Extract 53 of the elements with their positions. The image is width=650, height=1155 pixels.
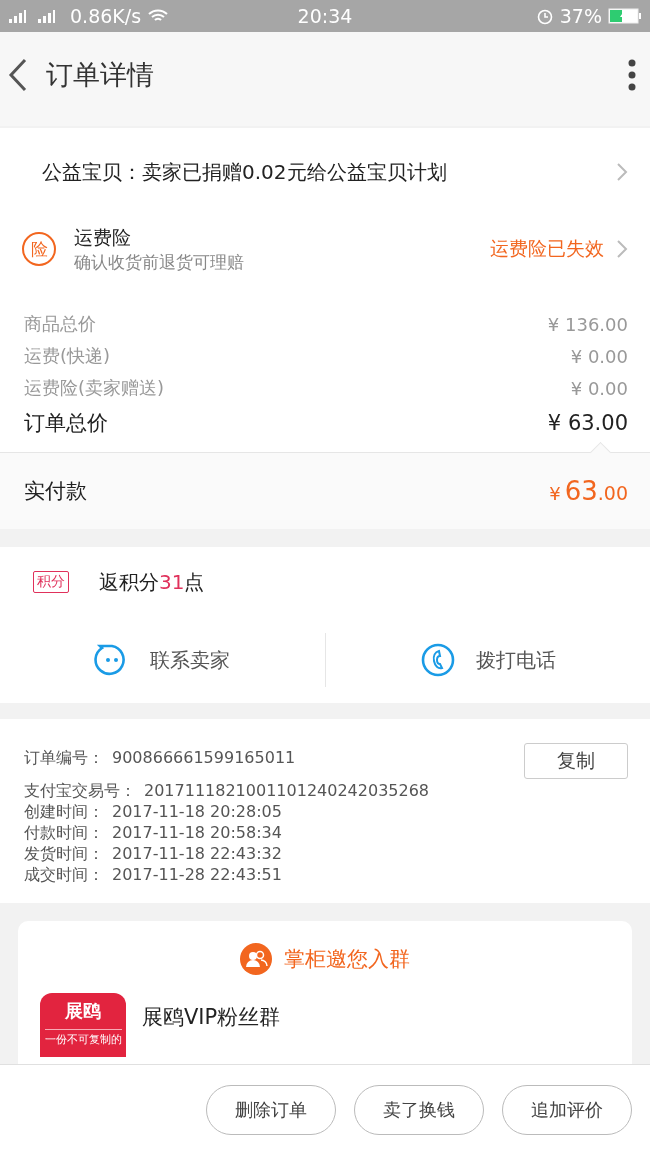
info-label: 订单编号： [24,747,104,768]
copy-button[interactable]: 复制 [524,743,628,779]
points-badge: 积分 [33,571,69,593]
info-label: 付款时间： [24,822,104,843]
info-value: 2017111821001101240242035268 [144,780,430,801]
price-label: 订单总价 [24,410,108,437]
info-value: 900866661599165011 [112,747,296,768]
action-button[interactable]: 卖了换钱 [354,1085,484,1135]
contact-button[interactable]: 联系卖家 [0,630,325,690]
battery-percent: 37% [559,5,602,27]
card-title: 掌柜邀您入群 [284,946,410,973]
alarm-icon [535,7,554,25]
chevron-icon [616,239,628,259]
action-button[interactable]: 删除订单 [206,1085,336,1135]
info-label: 发货时间： [24,843,104,864]
info-value: 2017-11-18 20:28:05 [112,801,282,822]
insurance-status: 运费险已失效 [490,236,604,261]
insurance-badge: 险 [22,232,56,266]
paid-amount: ¥63.00 [549,476,628,506]
info-value: 2017-11-18 22:43:32 [112,843,282,864]
insurance-row[interactable]: 险 运费险 确认收货前退货可理赔 运费险已失效 [0,216,650,282]
more-icon[interactable] [628,59,636,91]
price-value: ¥ 0.00 [570,345,628,367]
clock-time: 20:34 [297,5,353,27]
charity-text: 公益宝贝：卖家已捐赠0.02元给公益宝贝计划 [42,158,447,186]
price-value: ¥ 63.00 [547,411,628,435]
logo-text: 展鸥 [65,999,101,1023]
chevron-icon [616,162,628,182]
insurance-subtitle: 确认收货前退货可理赔 [74,250,245,274]
info-label: 支付宝交易号： [24,780,136,801]
insurance-title: 运费险 [74,224,132,250]
paid-label: 实付款 [24,478,87,505]
group-name[interactable]: 展鸥VIP粉丝群 [142,1003,281,1031]
info-value: 2017-11-28 22:43:51 [112,864,282,885]
price-label: 运费(快递) [24,344,111,368]
battery-icon [608,8,642,24]
price-label: 商品总价 [24,312,96,336]
charity-row[interactable]: 公益宝贝：卖家已捐赠0.02元给公益宝贝计划 [0,128,650,216]
action-button[interactable]: 追加评价 [502,1085,632,1135]
price-label: 运费险(卖家赠送) [24,376,165,400]
points-text: 返积分31点 [99,568,205,596]
page-title: 订单详情 [46,58,155,92]
info-label: 成交时间： [24,864,104,885]
price-value: ¥ 136.00 [547,313,628,335]
logo-tagline: 一份不可复制的 [44,1029,122,1047]
price-value: ¥ 0.00 [570,377,628,399]
info-label: 创建时间： [24,801,104,822]
group-icon [240,943,272,975]
network-speed: 0.86K/s [70,5,142,27]
info-value: 2017-11-18 20:58:34 [112,822,282,843]
back-icon[interactable] [8,58,28,92]
phone-icon [419,642,456,678]
call-button[interactable]: 拨打电话 [325,630,650,690]
